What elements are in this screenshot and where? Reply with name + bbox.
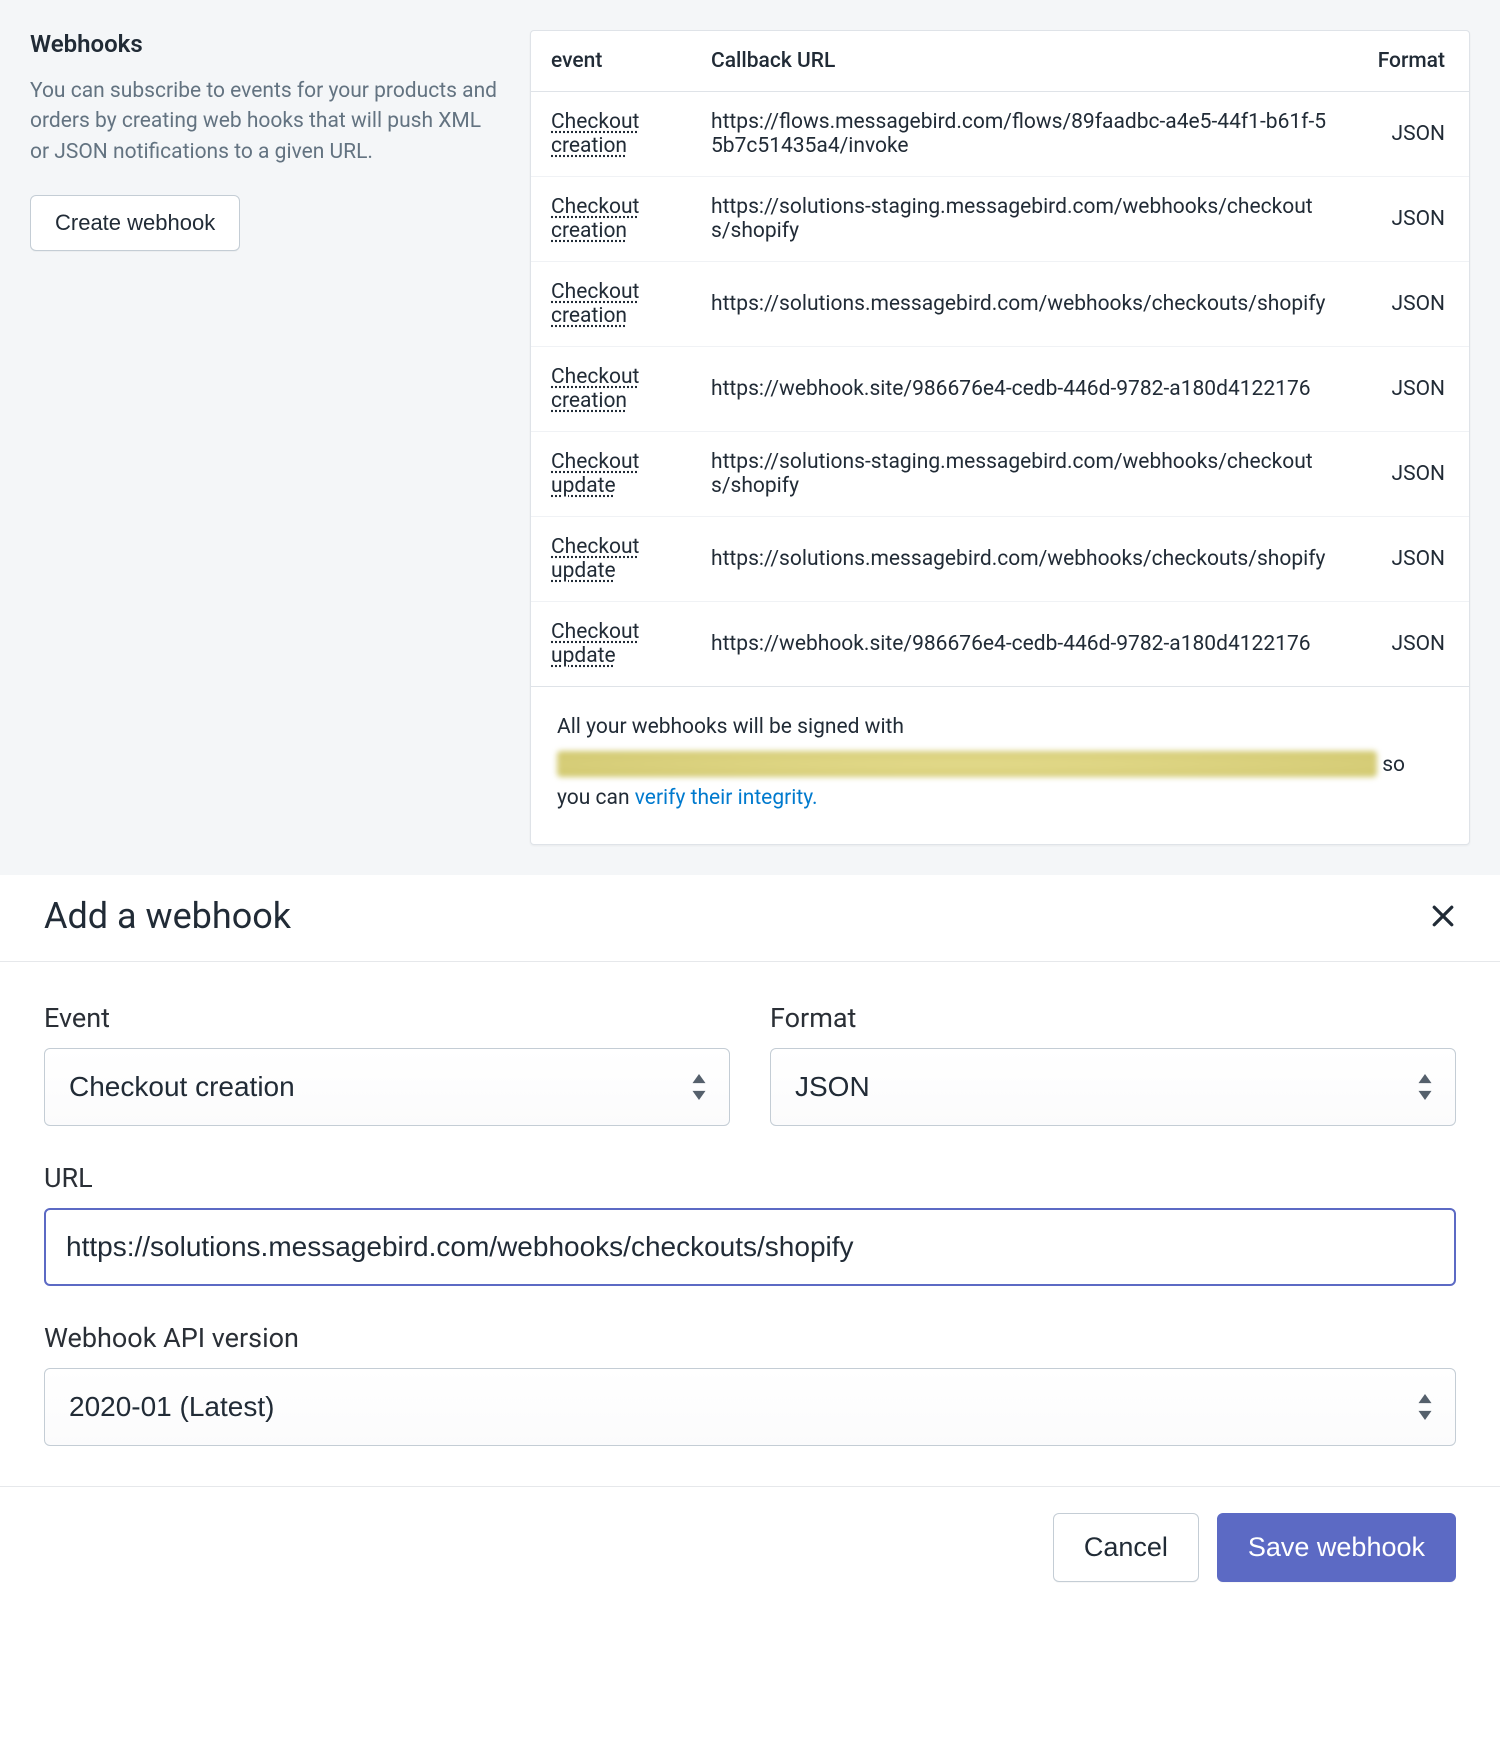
event-label: Event (44, 1002, 730, 1034)
close-button[interactable] (1422, 895, 1464, 937)
webhooks-title: Webhooks (30, 30, 500, 58)
webhook-url-cell: https://solutions.messagebird.com/webhoo… (691, 262, 1349, 347)
table-row: Checkout update https://webhook.site/986… (531, 602, 1469, 687)
cancel-button[interactable]: Cancel (1053, 1513, 1199, 1582)
webhook-event-link[interactable]: Checkout creation (551, 280, 639, 328)
webhook-event-link[interactable]: Checkout update (551, 535, 639, 583)
add-webhook-modal: Add a webhook Event (0, 875, 1500, 1622)
signing-prefix: All your webhooks will be signed with (557, 715, 904, 739)
webhook-url-cell: https://webhook.site/986676e4-cedb-446d-… (691, 347, 1349, 432)
webhook-event-link[interactable]: Checkout creation (551, 365, 639, 413)
webhooks-description: You can subscribe to events for your pro… (30, 76, 500, 167)
webhook-event-link[interactable]: Checkout creation (551, 110, 639, 158)
modal-body: Event Format (0, 962, 1500, 1486)
webhook-event-link[interactable]: Checkout update (551, 450, 639, 498)
modal-header: Add a webhook (0, 875, 1500, 962)
webhook-url-cell: https://solutions-staging.messagebird.co… (691, 432, 1349, 517)
format-select[interactable] (770, 1048, 1456, 1126)
table-row: Checkout creation https://flows.messageb… (531, 92, 1469, 177)
close-icon (1428, 901, 1458, 931)
table-row: Checkout update https://solutions-stagin… (531, 432, 1469, 517)
webhook-url-cell: https://flows.messagebird.com/flows/89fa… (691, 92, 1349, 177)
verify-integrity-link[interactable]: verify their integrity. (635, 786, 818, 810)
table-row: Checkout creation https://solutions.mess… (531, 262, 1469, 347)
webhook-event-link[interactable]: Checkout update (551, 620, 639, 668)
webhook-format-cell: JSON (1349, 602, 1469, 687)
table-header-format: Format (1349, 31, 1469, 92)
webhook-format-cell: JSON (1349, 177, 1469, 262)
api-version-label: Webhook API version (44, 1322, 1456, 1354)
event-select[interactable] (44, 1048, 730, 1126)
webhook-url-cell: https://webhook.site/986676e4-cedb-446d-… (691, 602, 1349, 687)
webhooks-sidebar: Webhooks You can subscribe to events for… (30, 30, 530, 845)
modal-footer: Cancel Save webhook (0, 1486, 1500, 1622)
webhook-url-cell: https://solutions-staging.messagebird.co… (691, 177, 1349, 262)
signing-key-redacted (557, 751, 1377, 777)
table-row: Checkout creation https://solutions-stag… (531, 177, 1469, 262)
api-version-select[interactable] (44, 1368, 1456, 1446)
webhook-format-cell: JSON (1349, 517, 1469, 602)
table-row: Checkout creation https://webhook.site/9… (531, 347, 1469, 432)
save-webhook-button[interactable]: Save webhook (1217, 1513, 1456, 1582)
table-row: Checkout update https://solutions.messag… (531, 517, 1469, 602)
webhook-format-cell: JSON (1349, 347, 1469, 432)
url-label: URL (44, 1162, 1456, 1194)
webhook-url-cell: https://solutions.messagebird.com/webhoo… (691, 517, 1349, 602)
webhooks-card: event Callback URL Format Checkout creat… (530, 30, 1470, 845)
url-input[interactable] (44, 1208, 1456, 1286)
webhook-format-cell: JSON (1349, 262, 1469, 347)
webhooks-settings-section: Webhooks You can subscribe to events for… (0, 0, 1500, 875)
format-label: Format (770, 1002, 1456, 1034)
webhook-event-link[interactable]: Checkout creation (551, 195, 639, 243)
webhook-format-cell: JSON (1349, 92, 1469, 177)
modal-title: Add a webhook (44, 895, 291, 937)
table-header-event: event (531, 31, 691, 92)
table-header-callback-url: Callback URL (691, 31, 1349, 92)
webhooks-table: event Callback URL Format Checkout creat… (531, 31, 1469, 686)
create-webhook-button[interactable]: Create webhook (30, 195, 240, 251)
webhooks-signing-footer: All your webhooks will be signed with so… (531, 686, 1469, 844)
webhook-format-cell: JSON (1349, 432, 1469, 517)
